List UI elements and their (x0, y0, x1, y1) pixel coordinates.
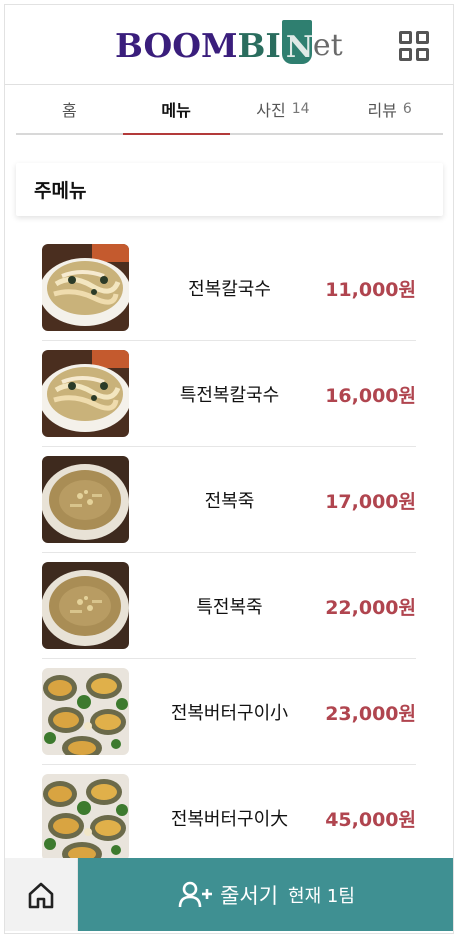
grilled-abalone-image (42, 774, 129, 861)
queue-status: 현재 1팀 (288, 885, 355, 907)
section-title: 주메뉴 (34, 180, 87, 202)
noodle-soup-image (42, 350, 129, 437)
menu-item-price: 22,000원 (325, 596, 416, 619)
menu-item-name: 특전복칼국수 (179, 385, 280, 406)
grid-menu-icon[interactable] (397, 29, 431, 63)
menu-item[interactable]: 전복버터구이大 45,000원 (42, 765, 416, 871)
menu-item[interactable]: 특전복죽 22,000원 (42, 553, 416, 659)
menu-item[interactable]: 전복죽 17,000원 (42, 447, 416, 553)
home-button[interactable] (5, 858, 78, 931)
tab-menu[interactable]: 메뉴 (122, 85, 230, 135)
header: BOOM BI Net (5, 5, 453, 85)
menu-item-name: 전복죽 (204, 491, 255, 512)
add-user-icon (178, 881, 213, 907)
menu-item-price: 23,000원 (325, 702, 416, 725)
noodle-soup-image (42, 244, 129, 331)
home-icon (28, 882, 54, 908)
boombinet-logo[interactable]: BOOM BI Net (115, 20, 343, 70)
section-header: 주메뉴 (16, 163, 443, 216)
menu-item-price: 45,000원 (325, 808, 416, 831)
menu-item-name: 전복칼국수 (188, 279, 271, 300)
porridge-image (42, 562, 129, 649)
bottom-action-bar: 줄서기 현재 1팀 (5, 858, 453, 933)
menu-item-price: 16,000원 (325, 384, 416, 407)
porridge-image (42, 456, 129, 543)
menu-item-price: 11,000원 (325, 278, 416, 301)
queue-button[interactable]: 줄서기 현재 1팀 (78, 858, 453, 931)
tab-home[interactable]: 홈 (16, 85, 123, 133)
menu-item-name: 특전복죽 (196, 597, 263, 618)
menu-item[interactable]: 전복버터구이小 23,000원 (42, 659, 416, 765)
tab-photos[interactable]: 사진 14 (230, 85, 337, 133)
menu-list: 전복칼국수 11,000원 특전복칼국수 16,000원 전복죽 17,000원… (42, 235, 416, 871)
queue-label: 줄서기 (220, 883, 279, 908)
menu-item[interactable]: 전복칼국수 11,000원 (42, 235, 416, 341)
menu-item-price: 17,000원 (325, 490, 416, 513)
tab-reviews[interactable]: 리뷰 6 (336, 85, 443, 133)
menu-item-name: 전복버터구이小 (170, 703, 289, 724)
app-frame: BOOM BI Net 홈 메뉴 사진 14 리뷰 6 주메뉴 전복칼국수 11… (4, 4, 454, 934)
tab-bar: 홈 메뉴 사진 14 리뷰 6 (16, 85, 443, 135)
grilled-abalone-image (42, 668, 129, 755)
menu-item[interactable]: 특전복칼국수 16,000원 (42, 341, 416, 447)
photo-count: 14 (291, 101, 310, 117)
review-count: 6 (402, 101, 412, 117)
menu-item-name: 전복버터구이大 (170, 809, 289, 830)
